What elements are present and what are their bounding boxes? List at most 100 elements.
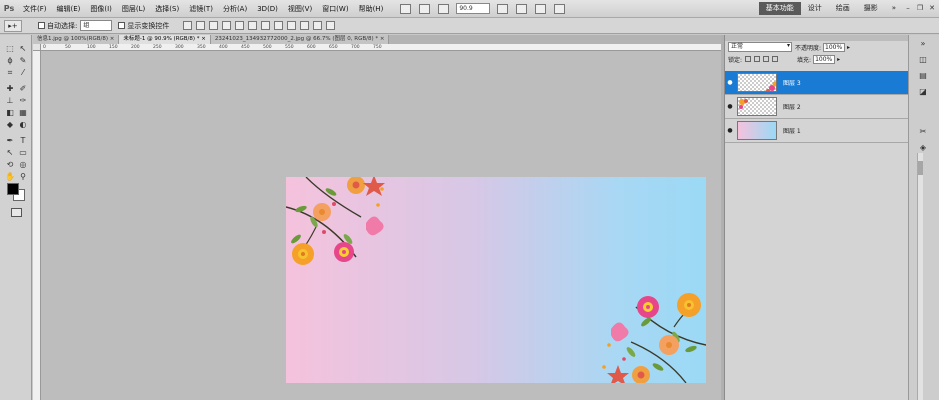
workspace-photography[interactable]: 摄影: [857, 2, 885, 15]
crop-tool-icon[interactable]: ⌗: [5, 68, 15, 78]
tools-preset-icon[interactable]: ✂: [917, 127, 929, 137]
horizontal-ruler[interactable]: 0 50 100 150 200 250 300 350 400 450 500 550 600 650 7…: [41, 44, 721, 51]
image-canvas[interactable]: [286, 177, 706, 383]
lock-transparency-icon[interactable]: [745, 56, 752, 62]
lock-all-icon[interactable]: [772, 56, 779, 62]
healing-brush-tool-icon[interactable]: ✚: [5, 84, 15, 94]
tool-preset-picker[interactable]: ▸+: [4, 19, 22, 32]
menu-3d[interactable]: 3D(D): [252, 0, 283, 18]
minibridge-icon[interactable]: [419, 3, 431, 14]
restore-icon[interactable]: ❐: [915, 3, 925, 13]
close-icon[interactable]: ✕: [927, 3, 937, 13]
workspace-essentials[interactable]: 基本功能: [758, 2, 801, 15]
layer-name[interactable]: 图层 2: [783, 102, 801, 111]
channels-icon[interactable]: ◪: [917, 87, 929, 97]
visibility-eye-icon[interactable]: ●: [725, 103, 735, 110]
dock-scrollbar[interactable]: [917, 153, 923, 400]
eyedropper-tool-icon[interactable]: ⁄: [18, 68, 28, 78]
clone-stamp-tool-icon[interactable]: ⊥: [5, 96, 15, 106]
distribute-right-icon[interactable]: [326, 21, 336, 30]
distribute-top-icon[interactable]: [261, 21, 271, 30]
gradient-tool-icon[interactable]: ▦: [18, 108, 28, 118]
align-vcenter-icon[interactable]: [196, 21, 206, 30]
lasso-tool-icon[interactable]: ϕ: [5, 56, 15, 66]
align-top-icon[interactable]: [183, 21, 193, 30]
arrange-documents-icon[interactable]: [535, 3, 547, 14]
bridge-icon[interactable]: [400, 3, 412, 14]
3d-orbit-tool-icon[interactable]: ◎: [18, 160, 28, 170]
tab-document-2[interactable]: 未标题-1 @ 90.9% (RGB/8) * ×: [119, 35, 211, 44]
history-brush-tool-icon[interactable]: ✑: [18, 96, 28, 106]
menu-analysis[interactable]: 分析(A): [218, 0, 252, 18]
marquee-tool-icon[interactable]: ⬚: [5, 44, 15, 54]
screen-mode-icon[interactable]: [554, 3, 566, 14]
menu-layer[interactable]: 图层(L): [117, 0, 150, 18]
blur-tool-icon[interactable]: ◆: [5, 120, 15, 130]
scrollbar-thumb[interactable]: [918, 161, 923, 175]
show-transform-checkbox[interactable]: [118, 22, 126, 29]
opacity-field[interactable]: 100%: [823, 42, 846, 52]
fill-field[interactable]: 100%: [813, 54, 836, 64]
auto-select-dropdown[interactable]: 组: [80, 20, 113, 31]
tab-document-3[interactable]: 23241023_134932772000_2.jpg @ 66.7% (图层 …: [210, 35, 390, 44]
align-left-icon[interactable]: [222, 21, 232, 30]
foreground-color-swatch[interactable]: [7, 183, 19, 195]
menu-help[interactable]: 帮助(H): [354, 0, 389, 18]
blend-mode-dropdown[interactable]: 正常: [728, 42, 792, 52]
type-tool-icon[interactable]: T: [18, 136, 28, 146]
menu-view[interactable]: 视图(V): [283, 0, 317, 18]
zoom-level-field[interactable]: 90.9: [456, 3, 491, 14]
brush-tool-icon[interactable]: ✐: [18, 84, 28, 94]
tab-document-1[interactable]: 信息1.jpg @ 100%(RGB/8) ×: [33, 35, 120, 44]
lock-position-icon[interactable]: [763, 56, 770, 62]
distribute-hcenter-icon[interactable]: [313, 21, 323, 30]
layer-row-3[interactable]: ● 图层 3: [725, 71, 909, 95]
visibility-eye-icon[interactable]: ●: [725, 127, 735, 134]
align-bottom-icon[interactable]: [209, 21, 219, 30]
view-extras-icon[interactable]: [438, 3, 450, 14]
distribute-bottom-icon[interactable]: [287, 21, 297, 30]
layer-row-2[interactable]: ● 图层 2: [725, 95, 909, 119]
menu-file[interactable]: 文件(F): [18, 0, 52, 18]
distribute-left-icon[interactable]: [300, 21, 310, 30]
layer-row-1[interactable]: ● 图层 1: [725, 119, 909, 143]
fill-arrow-icon[interactable]: ▸: [837, 56, 840, 63]
align-hcenter-icon[interactable]: [235, 21, 245, 30]
hand-tool-icon[interactable]: ✋: [5, 172, 15, 182]
vertical-ruler[interactable]: [33, 51, 41, 400]
menu-filter[interactable]: 滤镜(T): [184, 0, 218, 18]
collapse-panels-icon[interactable]: »: [917, 39, 929, 49]
lock-pixels-icon[interactable]: [754, 56, 761, 62]
menu-select[interactable]: 选择(S): [150, 0, 184, 18]
paths-icon[interactable]: ◈: [917, 143, 929, 153]
menu-window[interactable]: 窗口(W): [317, 0, 353, 18]
quick-mask-icon[interactable]: [11, 208, 22, 217]
ruler-tick-label: 0: [43, 45, 46, 50]
menu-image[interactable]: 图像(I): [85, 0, 117, 18]
minimize-icon[interactable]: –: [903, 3, 913, 13]
opacity-arrow-icon[interactable]: ▸: [847, 44, 850, 51]
masks-icon[interactable]: ▤: [917, 71, 929, 81]
visibility-eye-icon[interactable]: ●: [725, 79, 735, 86]
distribute-vcenter-icon[interactable]: [274, 21, 284, 30]
move-tool-icon[interactable]: ↖: [18, 44, 28, 54]
workspace-painting[interactable]: 绘画: [829, 2, 857, 15]
workspace-design[interactable]: 设计: [801, 2, 829, 15]
ruler-origin[interactable]: [33, 44, 41, 51]
3d-rotate-tool-icon[interactable]: ⟲: [5, 160, 15, 170]
rotate-view-icon[interactable]: [516, 3, 528, 14]
adjustments-icon[interactable]: ◫: [917, 55, 929, 65]
quick-select-tool-icon[interactable]: ✎: [18, 56, 28, 66]
eraser-tool-icon[interactable]: ◧: [5, 108, 15, 118]
path-select-tool-icon[interactable]: ↖: [5, 148, 15, 158]
hand-tool-icon[interactable]: [497, 3, 509, 14]
auto-select-checkbox[interactable]: [38, 22, 45, 29]
dodge-tool-icon[interactable]: ◐: [18, 120, 28, 130]
pen-tool-icon[interactable]: ✒: [5, 136, 15, 146]
zoom-tool-icon[interactable]: ⚲: [18, 172, 28, 182]
layer-name[interactable]: 图层 3: [783, 78, 801, 87]
align-right-icon[interactable]: [248, 21, 258, 30]
menu-edit[interactable]: 编辑(E): [52, 0, 86, 18]
layer-name[interactable]: 图层 1: [783, 126, 801, 135]
shape-tool-icon[interactable]: ▭: [18, 148, 28, 158]
